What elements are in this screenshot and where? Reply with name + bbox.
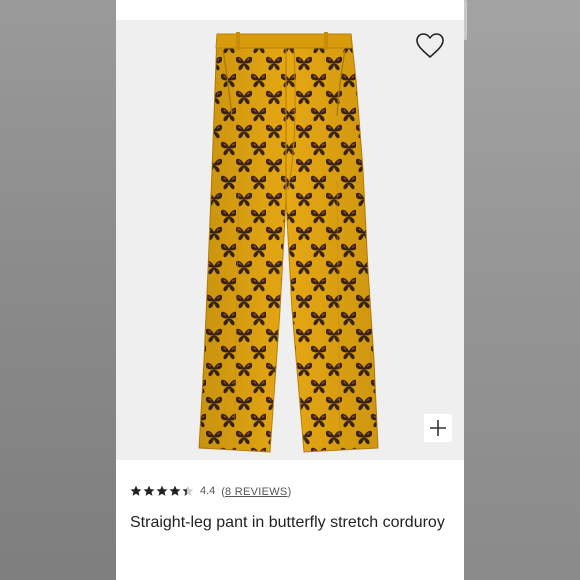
reviews-link[interactable]: 8 REVIEWS [225, 486, 288, 498]
product-title[interactable]: Straight-leg pant in butterfly stretch c… [130, 512, 450, 534]
product-image-area[interactable] [116, 20, 464, 460]
product-card: 4.4 (8 REVIEWS) Straight-leg pant in but… [116, 0, 464, 580]
background-right [464, 0, 580, 580]
star-icon [130, 485, 142, 496]
star-rating [130, 485, 194, 497]
zoom-button[interactable] [424, 414, 452, 442]
heart-outline-icon [416, 33, 444, 58]
plus-icon [430, 420, 446, 436]
star-icon [156, 485, 168, 496]
product-image [198, 32, 379, 453]
rating-row: 4.4 (8 REVIEWS) [130, 482, 291, 500]
star-icon [169, 485, 181, 496]
top-strip [116, 0, 464, 20]
star-icon [182, 485, 194, 496]
rating-value: 4.4 [200, 485, 216, 497]
reviews-close-paren: ) [287, 486, 292, 498]
favorite-button[interactable] [414, 30, 446, 62]
background-left [0, 0, 116, 580]
star-icon [143, 485, 155, 496]
